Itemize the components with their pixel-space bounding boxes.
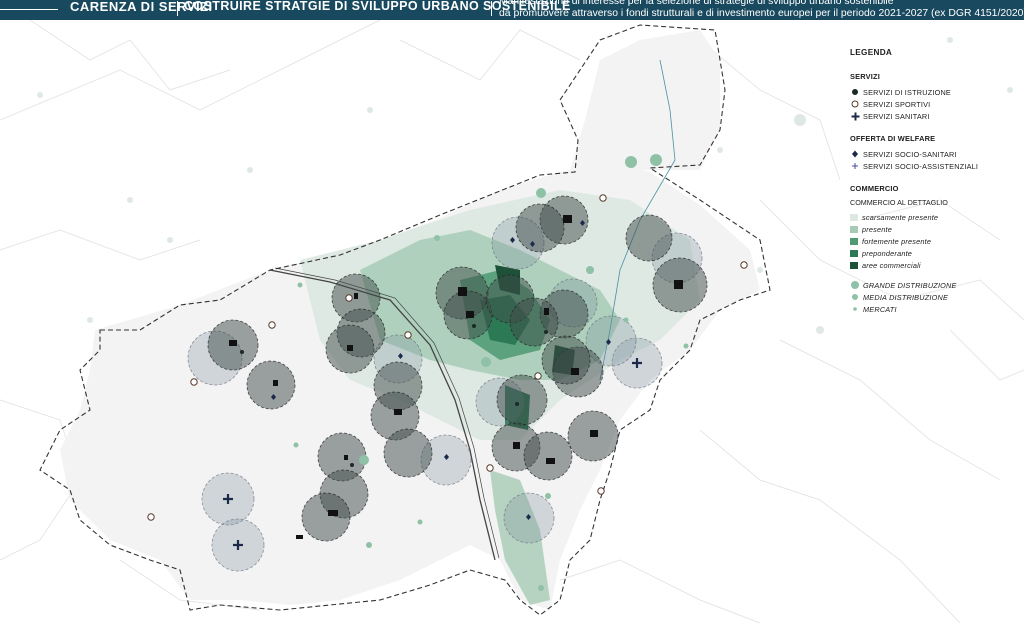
legend: LEGENDA SERVIZI SERVIZI DI ISTRUZIONE SE… — [850, 48, 1020, 315]
legend-item-istruzione: SERVIZI DI ISTRUZIONE — [850, 86, 1020, 98]
swatch — [850, 237, 858, 245]
swatch — [850, 261, 858, 269]
legend-servizi-title: SERVIZI — [850, 72, 881, 81]
legend-item-preponderante: preponderante — [850, 247, 1020, 259]
legend-item-mercati: MERCATI — [850, 303, 1020, 315]
cross-icon — [850, 111, 860, 121]
legend-label: MEDIA DISTRIBUZIONE — [863, 292, 949, 302]
legend-title: LEGENDA — [850, 48, 893, 57]
legend-label: presente — [862, 224, 892, 234]
legend-item-fortemente: fortemente presente — [850, 235, 1020, 247]
header-desc-line-2: da promuovere attraverso i fondi struttu… — [499, 8, 1024, 19]
swatch — [850, 225, 858, 233]
legend-label: aree commerciali — [862, 260, 921, 270]
legend-label: scarsamente presente — [862, 212, 939, 222]
header-description: Manifestazione di interesse per la selez… — [499, 0, 1024, 20]
legend-label: SERVIZI DI ISTRUZIONE — [863, 87, 951, 97]
legend-item-grande-distribuzione: GRANDE DISTRIBUZIONE — [850, 279, 1020, 291]
header-separator — [177, 1, 178, 16]
legend-item-sanitari: SERVIZI SANITARI — [850, 110, 1020, 122]
legend-label: SERVIZI SPORTIVI — [863, 99, 931, 109]
legend-item-scarsamente: scarsamente presente — [850, 211, 1020, 223]
legend-label: SERVIZI SOCIO-SANITARI — [863, 149, 957, 159]
legend-commercio-title: COMMERCIO — [850, 184, 899, 193]
small-cross-icon — [850, 161, 860, 171]
header-rule — [0, 9, 58, 10]
legend-item-presente: presente — [850, 223, 1020, 235]
swatch — [850, 249, 858, 257]
legend-item-media-distribuzione: MEDIA DISTRIBUZIONE — [850, 291, 1020, 303]
hollow-circle-icon — [850, 99, 860, 109]
swatch — [850, 213, 858, 221]
legend-label: fortemente presente — [862, 236, 932, 246]
header-bar: CARENZA DI SERVIZI COSTRUIRE STRATGIE DI… — [0, 0, 1024, 20]
header-separator — [491, 1, 492, 16]
diamond-icon — [850, 149, 860, 159]
header-desc-line-1: Manifestazione di interesse per la selez… — [499, 0, 894, 7]
legend-item-socio-sanitari: SERVIZI SOCIO-SANITARI — [850, 148, 1020, 160]
legend-label: preponderante — [862, 248, 913, 258]
small-green-dot-icon — [850, 304, 860, 314]
legend-item-socio-assistenziali: SERVIZI SOCIO-ASSISTENZIALI — [850, 160, 1020, 172]
legend-label: GRANDE DISTRIBUZIONE — [863, 280, 957, 290]
filled-dot-icon — [850, 87, 860, 97]
medium-green-dot-icon — [850, 292, 860, 302]
legend-welfare-title: OFFERTA DI WELFARE — [850, 134, 936, 143]
legend-commercio-subtitle: COMMERCIO AL DETTAGLIO — [850, 198, 948, 207]
legend-item-sportivi: SERVIZI SPORTIVI — [850, 98, 1020, 110]
legend-label: SERVIZI SANITARI — [863, 111, 930, 121]
legend-item-aree-commerciali: aree commerciali — [850, 259, 1020, 271]
large-green-dot-icon — [850, 280, 860, 290]
legend-label: MERCATI — [863, 304, 897, 314]
legend-label: SERVIZI SOCIO-ASSISTENZIALI — [863, 161, 979, 171]
